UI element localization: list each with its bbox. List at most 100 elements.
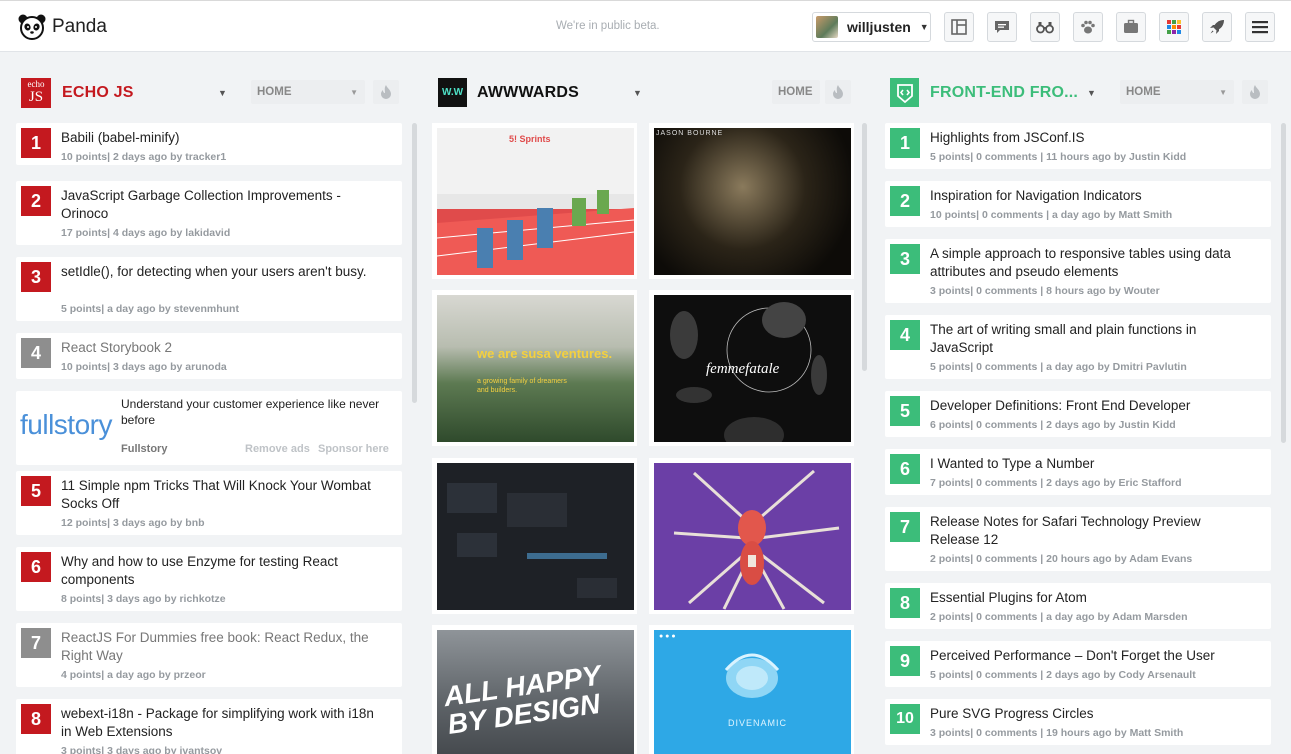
chevron-down-icon[interactable]: ▼ bbox=[633, 88, 642, 98]
item-meta: 2 points| 0 comments | a day ago by Adam… bbox=[930, 611, 1188, 623]
list-item[interactable]: 7 ReactJS For Dummies free book: React Re… bbox=[16, 623, 402, 687]
tile-caption: DIVENAMIC bbox=[728, 718, 788, 728]
spider-illustration bbox=[673, 469, 840, 610]
item-title-link[interactable]: 11 Simple npm Tricks That Will Knock You… bbox=[61, 477, 381, 513]
chat-button[interactable] bbox=[987, 12, 1017, 42]
list-item[interactable]: 8 Essential Plugins for Atom 2 points| 0 c… bbox=[885, 583, 1271, 629]
item-title-link[interactable]: Perceived Performance – Don't Forget the… bbox=[930, 647, 1250, 665]
rank-badge: 7 bbox=[890, 512, 920, 542]
hot-toggle[interactable] bbox=[825, 80, 851, 104]
rank-badge: 7 bbox=[21, 628, 51, 658]
layout-icon bbox=[951, 19, 967, 35]
launch-button[interactable] bbox=[1202, 12, 1232, 42]
item-title-link[interactable]: setIdle(), for detecting when your users… bbox=[61, 263, 381, 281]
showcase-tile[interactable]: ● ● ● DIVENAMIC bbox=[649, 625, 854, 754]
chevron-down-icon: ▼ bbox=[350, 88, 358, 97]
showcase-tile[interactable] bbox=[432, 458, 637, 614]
sponsor-here-link[interactable]: Sponsor here bbox=[318, 443, 389, 455]
app-logo[interactable]: Panda bbox=[18, 13, 107, 41]
list-item[interactable]: 9 Perceived Performance – Don't Forget th… bbox=[885, 641, 1271, 687]
item-title-link[interactable]: JavaScript Garbage Collection Improvemen… bbox=[61, 187, 381, 223]
ad-text: Understand your customer experience like… bbox=[121, 397, 380, 427]
feed-filter-select[interactable]: HOME ▼ bbox=[1120, 80, 1234, 104]
item-title-link[interactable]: Inspiration for Navigation Indicators bbox=[930, 187, 1250, 205]
list-item[interactable]: 1 Highlights from JSConf.IS 5 points| 0 co… bbox=[885, 123, 1271, 169]
remove-ads-link[interactable]: Remove ads bbox=[245, 443, 310, 455]
item-title-link[interactable]: A simple approach to responsive tables u… bbox=[930, 245, 1250, 281]
rank-badge: 3 bbox=[21, 262, 51, 292]
rocket-icon bbox=[1210, 20, 1224, 34]
top-bar: Panda We're in public beta. willjusten ▼ bbox=[0, 0, 1291, 52]
item-title-link[interactable]: Why and how to use Enzyme for testing Re… bbox=[61, 553, 381, 589]
logo-line-top: echo bbox=[27, 79, 45, 89]
item-title-link[interactable]: Pure SVG Progress Circles bbox=[930, 705, 1250, 723]
list-item[interactable]: 7 Release Notes for Safari Technology Pre… bbox=[885, 507, 1271, 571]
user-menu[interactable]: willjusten ▼ bbox=[812, 12, 931, 42]
filter-label: HOME bbox=[1126, 86, 1161, 98]
item-meta: 5 points| 0 comments | 2 days ago by Cod… bbox=[930, 669, 1196, 681]
item-title-link[interactable]: I Wanted to Type a Number bbox=[930, 455, 1250, 473]
showcase-tile[interactable]: ALL HAPPY BY DESIGN bbox=[432, 625, 637, 754]
rank-badge: 3 bbox=[890, 244, 920, 274]
item-meta: 3 points| 3 days ago by ivantsov bbox=[61, 745, 223, 754]
showcase-tile[interactable]: 5! Sprints bbox=[432, 123, 637, 279]
list-item[interactable]: 2 Inspiration for Navigation Indicators 10… bbox=[885, 181, 1271, 227]
hot-toggle[interactable] bbox=[373, 80, 399, 104]
column-scrollbar[interactable] bbox=[862, 123, 867, 371]
showcase-tile[interactable]: JASON BOURNE bbox=[649, 123, 854, 279]
apps-button[interactable] bbox=[1159, 12, 1189, 42]
feed-filter-select[interactable]: HOME ▼ bbox=[251, 80, 365, 104]
feed-filter-select[interactable]: HOME bbox=[772, 80, 820, 104]
list-item[interactable]: 1 Babili (babel-minify) 10 points| 2 days … bbox=[16, 123, 402, 165]
main-menu-button[interactable] bbox=[1245, 12, 1275, 42]
briefcase-icon bbox=[1124, 19, 1138, 33]
list-item[interactable]: 5 Developer Definitions: Front End Develo… bbox=[885, 391, 1271, 437]
list-item[interactable]: 8 webext-i18n - Package for simplifying w… bbox=[16, 699, 402, 754]
column-header: echo JS ECHO JS ▼ HOME ▼ bbox=[16, 72, 423, 113]
paw-button[interactable] bbox=[1073, 12, 1103, 42]
item-title-link[interactable]: Essential Plugins for Atom bbox=[930, 589, 1250, 607]
item-title-link[interactable]: Developer Definitions: Front End Develop… bbox=[930, 397, 1250, 415]
item-meta: 10 points| 0 comments | a day ago by Mat… bbox=[930, 209, 1173, 221]
rank-badge: 8 bbox=[21, 704, 51, 734]
sponsored-ad[interactable]: fullstory Understand your customer experi… bbox=[16, 391, 402, 465]
list-item[interactable]: 2 JavaScript Garbage Collection Improveme… bbox=[16, 181, 402, 245]
item-title-link[interactable]: The art of writing small and plain funct… bbox=[930, 321, 1250, 357]
filter-label: HOME bbox=[257, 86, 292, 98]
column-scrollbar[interactable] bbox=[1281, 123, 1286, 443]
binoculars-icon bbox=[1036, 22, 1054, 34]
item-title-link[interactable]: Babili (babel-minify) bbox=[61, 129, 381, 147]
item-title-link[interactable]: ReactJS For Dummies free book: React Red… bbox=[61, 629, 381, 665]
item-title-link[interactable]: Release Notes for Safari Technology Prev… bbox=[930, 513, 1250, 549]
column-title: AWWWARDS bbox=[477, 84, 580, 101]
list-item[interactable]: 5 11 Simple npm Tricks That Will Knock Yo… bbox=[16, 471, 402, 535]
track-illustration bbox=[437, 190, 634, 275]
list-item[interactable]: 10 Pure SVG Progress Circles 3 points| 0 c… bbox=[885, 699, 1271, 745]
list-item[interactable]: 6 I Wanted to Type a Number 7 points| 0 co… bbox=[885, 449, 1271, 495]
layout-button[interactable] bbox=[944, 12, 974, 42]
app-name: Panda bbox=[52, 16, 107, 37]
list-item[interactable]: 3 setIdle(), for detecting when your user… bbox=[16, 257, 402, 321]
hot-toggle[interactable] bbox=[1242, 80, 1268, 104]
rank-badge: 5 bbox=[21, 476, 51, 506]
list-item[interactable]: 4 The art of writing small and plain func… bbox=[885, 315, 1271, 379]
item-meta: 3 points| 0 comments | 8 hours ago by Wo… bbox=[930, 285, 1160, 297]
column-scrollbar[interactable] bbox=[412, 123, 417, 403]
item-meta: 10 points| 3 days ago by arunoda bbox=[61, 361, 227, 373]
list-item[interactable]: 3 A simple approach to responsive tables … bbox=[885, 239, 1271, 303]
item-title-link[interactable]: webext-i18n - Package for simplifying wo… bbox=[61, 705, 381, 741]
list-item[interactable]: 4 React Storybook 2 10 points| 3 days ago … bbox=[16, 333, 402, 379]
item-meta: 2 points| 0 comments | 20 hours ago by A… bbox=[930, 553, 1193, 565]
item-title-link[interactable]: Highlights from JSConf.IS bbox=[930, 129, 1250, 147]
binoculars-button[interactable] bbox=[1030, 12, 1060, 42]
list-item[interactable]: 6 Why and how to use Enzyme for testing R… bbox=[16, 547, 402, 611]
jobs-button[interactable] bbox=[1116, 12, 1146, 42]
chevron-down-icon[interactable]: ▼ bbox=[218, 88, 227, 98]
item-title-link[interactable]: React Storybook 2 bbox=[61, 339, 381, 357]
showcase-tile[interactable]: femmefatale bbox=[649, 290, 854, 446]
chevron-down-icon[interactable]: ▼ bbox=[1087, 88, 1096, 98]
ad-source: Fullstory bbox=[121, 443, 168, 455]
avatar bbox=[816, 16, 838, 38]
showcase-tile[interactable] bbox=[649, 458, 854, 614]
showcase-tile[interactable]: we are susa ventures. a growing family o… bbox=[432, 290, 637, 446]
